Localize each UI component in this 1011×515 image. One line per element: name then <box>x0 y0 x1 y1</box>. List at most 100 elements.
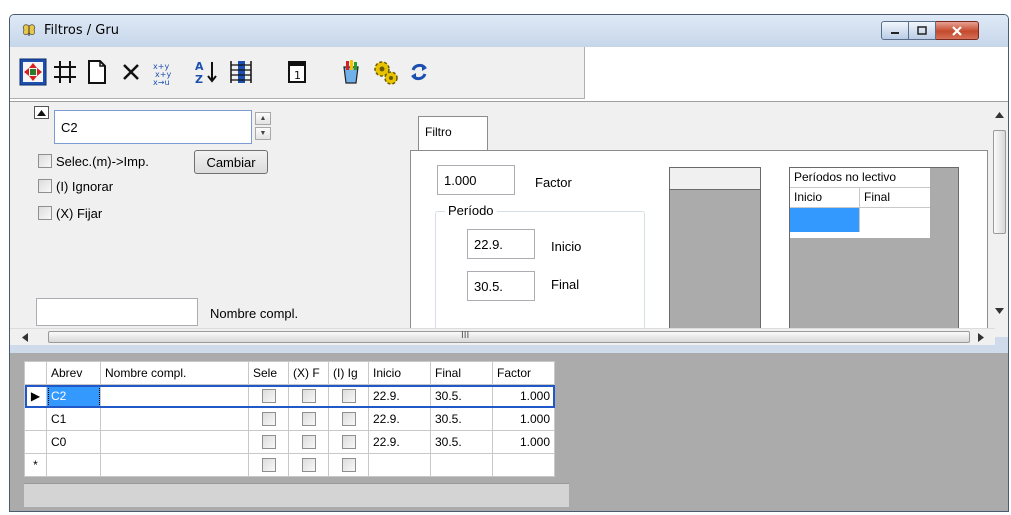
table-row[interactable]: C1 22.9. 30.5. 1.000 <box>24 407 555 431</box>
ignorar-cell[interactable] <box>328 384 369 408</box>
ignorar-cell[interactable] <box>328 407 369 431</box>
col-final[interactable]: Final <box>430 361 493 385</box>
factor-cell[interactable]: 1.000 <box>492 430 555 454</box>
selec-imp-option[interactable]: Selec.(m)->Imp. <box>38 153 149 169</box>
scroll-up-icon[interactable] <box>995 112 1004 118</box>
spin-down-button[interactable]: ▼ <box>255 127 271 140</box>
col-fijar[interactable]: (X) F <box>288 361 329 385</box>
current-row-marker[interactable]: ▶ <box>24 384 47 408</box>
col-abrev[interactable]: Abrev <box>46 361 101 385</box>
periodos-final-cell[interactable] <box>860 208 930 232</box>
sele-cell[interactable] <box>248 407 289 431</box>
sele-checkbox[interactable] <box>261 412 276 427</box>
abrev-cell[interactable]: C0 <box>46 430 101 454</box>
ignorar-checkbox[interactable] <box>341 389 356 404</box>
final-input[interactable] <box>467 271 535 301</box>
new-row-marker[interactable]: * <box>24 453 47 477</box>
spin-up-button[interactable]: ▲ <box>255 112 271 125</box>
empty-list-grid[interactable] <box>669 167 761 339</box>
swap-fields-tool[interactable]: x+y x+y x→u <box>150 57 180 87</box>
fijar-checkbox[interactable] <box>301 435 316 450</box>
close-button[interactable] <box>936 21 979 40</box>
ignorar-checkbox[interactable] <box>341 458 356 473</box>
vertical-scrollbar[interactable] <box>990 102 1008 328</box>
col-ignorar[interactable]: (I) Ig <box>328 361 369 385</box>
factor-cell[interactable]: 1.000 <box>492 407 555 431</box>
ignorar-option[interactable]: (I) Ignorar <box>38 178 113 194</box>
sort-az-tool[interactable]: A Z <box>192 57 222 87</box>
fijar-checkbox[interactable] <box>38 206 52 220</box>
final-cell[interactable]: 30.5. <box>430 430 493 454</box>
grid-tool[interactable] <box>50 57 80 87</box>
final-cell[interactable]: 30.5. <box>430 407 493 431</box>
ignorar-checkbox[interactable] <box>341 412 356 427</box>
sele-checkbox[interactable] <box>261 435 276 450</box>
abrev-cell[interactable]: C1 <box>46 407 101 431</box>
inicio-cell[interactable]: 22.9. <box>368 384 431 408</box>
nombre-cell[interactable] <box>100 430 249 454</box>
fijar-option[interactable]: (X) Fijar <box>38 205 102 221</box>
groups-grid[interactable]: Abrev Nombre compl. Sele (X) F (I) Ig In… <box>24 361 555 477</box>
col-nombre[interactable]: Nombre compl. <box>100 361 249 385</box>
vertical-scroll-thumb[interactable] <box>993 130 1006 234</box>
refresh-tool[interactable] <box>404 57 434 87</box>
scroll-left-icon[interactable] <box>22 333 28 342</box>
fijar-cell[interactable] <box>288 453 329 477</box>
inicio-cell[interactable]: 22.9. <box>368 430 431 454</box>
gears-tool[interactable] <box>370 57 400 87</box>
col-inicio[interactable]: Inicio <box>368 361 431 385</box>
move-arrows-tool[interactable] <box>18 57 48 87</box>
collapse-button[interactable] <box>34 106 49 119</box>
sele-cell[interactable] <box>248 384 289 408</box>
abrev-cell[interactable]: C2 <box>46 384 101 408</box>
sele-checkbox[interactable] <box>261 458 276 473</box>
ignorar-checkbox[interactable] <box>38 179 52 193</box>
fijar-cell[interactable] <box>288 384 329 408</box>
ignorar-cell[interactable] <box>328 453 369 477</box>
factor-cell[interactable]: 1.000 <box>492 384 555 408</box>
periodos-current-cell[interactable] <box>790 208 860 232</box>
horizontal-scroll-thumb[interactable]: III <box>48 330 970 343</box>
new-row[interactable]: * <box>24 453 555 477</box>
inicio-cell[interactable] <box>368 453 431 477</box>
delete-tool[interactable] <box>116 57 146 87</box>
fijar-checkbox[interactable] <box>301 458 316 473</box>
periodos-new-row[interactable] <box>790 208 930 232</box>
fijar-checkbox[interactable] <box>301 412 316 427</box>
table-row[interactable]: ▶ C2 22.9. 30.5. 1.000 <box>24 384 555 408</box>
scroll-right-icon[interactable] <box>978 333 984 342</box>
ignorar-checkbox[interactable] <box>341 435 356 450</box>
final-cell[interactable] <box>430 453 493 477</box>
periodos-grid[interactable]: Períodos no lectivo Inicio Final <box>789 167 959 339</box>
sele-cell[interactable] <box>248 430 289 454</box>
factor-cell[interactable] <box>492 453 555 477</box>
col-sele[interactable]: Sele <box>248 361 289 385</box>
title-bar[interactable]: Filtros / Gru <box>10 15 1008 47</box>
ignorar-cell[interactable] <box>328 430 369 454</box>
column-select-tool[interactable] <box>226 57 256 87</box>
maximize-button[interactable] <box>909 21 936 40</box>
nombre-cell[interactable] <box>100 453 249 477</box>
tab-filtro[interactable]: Filtro <box>418 116 488 152</box>
sele-checkbox[interactable] <box>261 389 276 404</box>
nombre-cell[interactable] <box>100 407 249 431</box>
table-row[interactable]: C0 22.9. 30.5. 1.000 <box>24 430 555 454</box>
fijar-checkbox[interactable] <box>301 389 316 404</box>
col-factor[interactable]: Factor <box>492 361 555 385</box>
fijar-cell[interactable] <box>288 407 329 431</box>
scroll-down-icon[interactable] <box>995 308 1004 314</box>
inicio-input[interactable] <box>467 229 535 259</box>
final-cell[interactable]: 30.5. <box>430 384 493 408</box>
new-document-tool[interactable] <box>82 57 112 87</box>
sele-cell[interactable] <box>248 453 289 477</box>
horizontal-scrollbar[interactable]: III <box>10 328 995 345</box>
cambiar-button[interactable]: Cambiar <box>194 150 268 174</box>
calendar-day-tool[interactable]: 1 <box>282 57 312 87</box>
abrev-cell[interactable] <box>46 453 101 477</box>
fijar-cell[interactable] <box>288 430 329 454</box>
code-spinner[interactable]: ▲ ▼ <box>255 112 271 140</box>
code-input[interactable] <box>54 110 252 144</box>
nombre-cell[interactable] <box>100 384 249 408</box>
row-selector[interactable] <box>24 407 47 431</box>
paint-bucket-tool[interactable] <box>336 57 366 87</box>
